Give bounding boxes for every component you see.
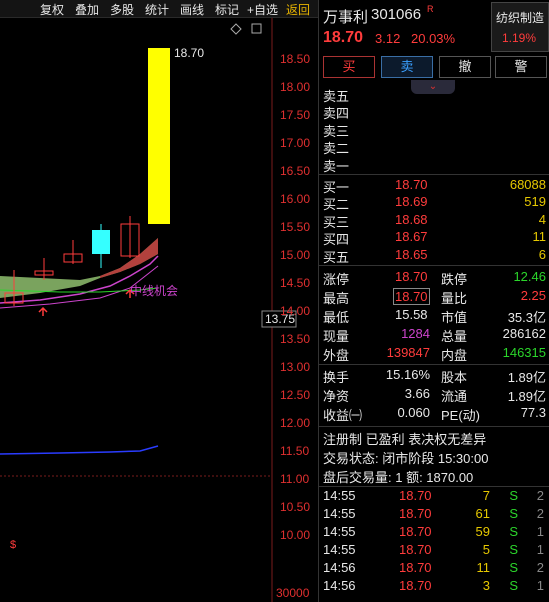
volume-tick: 30000 (276, 586, 310, 600)
stock-name: 万事利 (323, 9, 369, 26)
sector-change: 1.19% (502, 31, 537, 45)
y-tick: 15.50 (280, 220, 311, 234)
stat-row: 涨停 18.70 跌停 12.46 (323, 269, 546, 287)
y-tick: 14.50 (280, 276, 311, 290)
divider (319, 265, 549, 266)
sell-level[interactable]: 卖三 (323, 121, 546, 139)
sell-level[interactable]: 卖二 (323, 138, 546, 156)
stat-row: 现量 1284 总量 286162 (323, 326, 546, 344)
buy-level[interactable]: 买二 18.69 519 (323, 194, 546, 212)
candle (92, 230, 110, 254)
stat-row: 外盘 139847 内盘 146315 (323, 345, 546, 363)
limit-up-candle (148, 48, 170, 224)
toolbar-restore-rights[interactable]: 复权 (40, 1, 64, 18)
chart-toolbar: 复权 叠加 多股 统计 画线 标记 +自选 返回 (0, 0, 318, 18)
indicator-line (0, 445, 159, 455)
square-icon (251, 23, 262, 34)
y-tick: 16.00 (280, 192, 311, 206)
y-tick: 11.00 (280, 472, 310, 486)
y-tick: 12.50 (280, 388, 311, 402)
buy-level[interactable]: 买三 18.68 4 (323, 212, 546, 230)
stat-row: 最低 15.58 市值 35.3亿 (323, 307, 546, 325)
diamond-icon (230, 23, 242, 35)
buy-level[interactable]: 买四 18.67 11 (323, 229, 546, 247)
toolbar-draw-line[interactable]: 画线 (180, 1, 204, 18)
current-price: 18.70 (323, 29, 364, 46)
price-change: 3.12 (375, 31, 401, 46)
y-tick: 10.00 (280, 528, 311, 542)
alert-button[interactable]: 警 (495, 56, 547, 78)
y-tick: 11.50 (280, 444, 310, 458)
divider (319, 364, 549, 365)
toolbar-add-watchlist[interactable]: +自选 (247, 1, 278, 18)
y-tick: 17.00 (280, 136, 311, 150)
toolbar-statistics[interactable]: 统计 (145, 1, 169, 18)
divider (319, 174, 549, 175)
tick-row: 14:55 18.70 5 S 1 (323, 542, 544, 557)
toolbar-back[interactable]: 返回 (286, 1, 310, 18)
stock-tags: 注册制 已盈利 表决权无差异 (323, 432, 487, 447)
tick-row: 14:56 18.70 11 S 2 (323, 560, 544, 575)
stat-row: 换手 15.16% 股本 1.89亿 (323, 367, 546, 385)
y-tick: 10.50 (280, 500, 311, 514)
sector-box[interactable]: 纺织制造 1.19% (491, 2, 549, 52)
quote-panel: 万事利 301066 R 纺织制造 1.19% 18.70 3.12 20.03… (318, 0, 549, 602)
price-change-pct: 20.03% (411, 31, 456, 46)
chart-annotation: 中线机会 (130, 284, 179, 298)
cancel-order-button[interactable]: 撤 (439, 56, 491, 78)
y-tick: 15.00 (280, 248, 311, 262)
stock-badge: R (427, 4, 434, 14)
buy-level[interactable]: 买五 18.65 6 (323, 247, 546, 265)
toolbar-mark[interactable]: 标记 (215, 1, 239, 18)
kline-svg (0, 18, 297, 602)
tick-row: 14:56 18.70 3 S 1 (323, 578, 544, 593)
y-tick: 16.50 (280, 164, 311, 178)
y-tick: 13.50 (280, 332, 311, 346)
sell-button[interactable]: 卖 (381, 56, 433, 78)
divider (319, 426, 549, 427)
tick-row: 14:55 18.70 59 S 1 (323, 524, 544, 539)
stat-row: 收益㈠ 0.060 PE(动) 77.3 (323, 405, 546, 423)
y-tick: 13.00 (280, 360, 311, 374)
divider (319, 486, 549, 487)
buy-button[interactable]: 买 (323, 56, 375, 78)
tick-row: 14:55 18.70 61 S 2 (323, 506, 544, 521)
y-tick: 17.50 (280, 108, 311, 122)
sector-name: 纺织制造 (496, 11, 545, 25)
sell-level[interactable]: 卖一 (323, 156, 546, 174)
tick-row: 14:55 18.70 7 S 2 (323, 488, 544, 503)
stock-code: 301066 (371, 6, 422, 23)
y-tick: 12.00 (280, 416, 311, 430)
toolbar-overlay[interactable]: 叠加 (75, 1, 99, 18)
kline-chart[interactable]: 18.70 中线机会 $ 13.75 18.50 18.00 17.50 17.… (0, 18, 318, 602)
high-price-label: 18.70 (174, 46, 205, 60)
buy-level[interactable]: 买一 18.70 68088 (323, 177, 546, 195)
y-tick: 18.00 (280, 80, 311, 94)
s-marker: $ (10, 539, 17, 551)
trading-status: 交易状态: 闭市阶段 15:30:00 (323, 451, 489, 466)
stat-row: 最高 18.70 量比 2.25 (323, 288, 546, 306)
up-arrow-icon (38, 306, 48, 316)
after-hours-volume: 盘后交易量: 1 额: 1870.00 (323, 470, 474, 485)
sell-level[interactable]: 卖五 (323, 86, 546, 104)
y-tick: 14.00 (280, 304, 311, 318)
y-tick: 18.50 (280, 52, 311, 66)
stat-row: 净资 3.66 流通 1.89亿 (323, 386, 546, 404)
sell-level[interactable]: 卖四 (323, 103, 546, 121)
toolbar-multi-stock[interactable]: 多股 (110, 1, 134, 18)
